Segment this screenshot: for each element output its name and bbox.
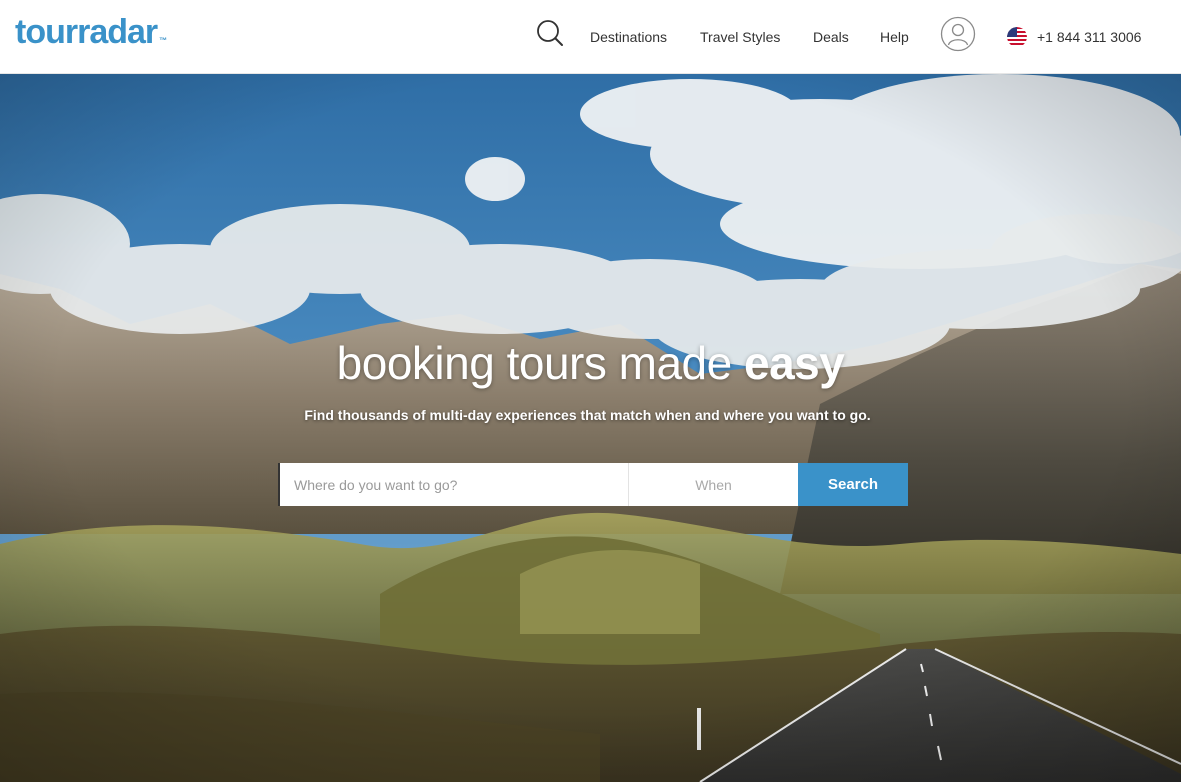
date-when-input[interactable] <box>628 463 798 506</box>
search-icon[interactable] <box>535 18 565 48</box>
nav-help[interactable]: Help <box>880 0 909 74</box>
nav-deals[interactable]: Deals <box>813 0 849 74</box>
nav-help-label: Help <box>880 29 909 45</box>
hero-headline-bold: easy <box>743 337 845 389</box>
logo-trademark: ™ <box>159 36 168 45</box>
nav-destinations[interactable]: Destinations <box>590 0 667 74</box>
nav-destinations-label: Destinations <box>590 29 668 45</box>
hero-subline: Find thousands of multi-day experiences … <box>304 407 871 423</box>
tour-search-bar: Search <box>278 463 908 506</box>
search-button[interactable]: Search <box>798 463 908 506</box>
hero-headline: booking tours made easy <box>0 336 1181 390</box>
site-header: tourradar ™ Destinations Travel Styles D… <box>0 0 1181 74</box>
nav-deals-label: Deals <box>813 29 849 45</box>
destination-search-input[interactable] <box>278 463 628 506</box>
hero-headline-regular: booking tours made <box>336 337 744 389</box>
hero-background-image <box>0 74 1181 782</box>
phone-contact[interactable]: +1 844 311 3006 <box>1007 0 1141 74</box>
hero-section: booking tours made easy Find thousands o… <box>0 74 1181 782</box>
tourradar-logo[interactable]: tourradar ™ <box>15 12 167 52</box>
logo-text: tourradar <box>15 13 158 51</box>
user-account-icon[interactable] <box>940 16 976 52</box>
us-flag-icon <box>1007 27 1027 47</box>
nav-travel-styles[interactable]: Travel Styles <box>700 0 780 74</box>
nav-travel-styles-label: Travel Styles <box>700 29 781 45</box>
phone-number: +1 844 311 3006 <box>1037 29 1142 45</box>
